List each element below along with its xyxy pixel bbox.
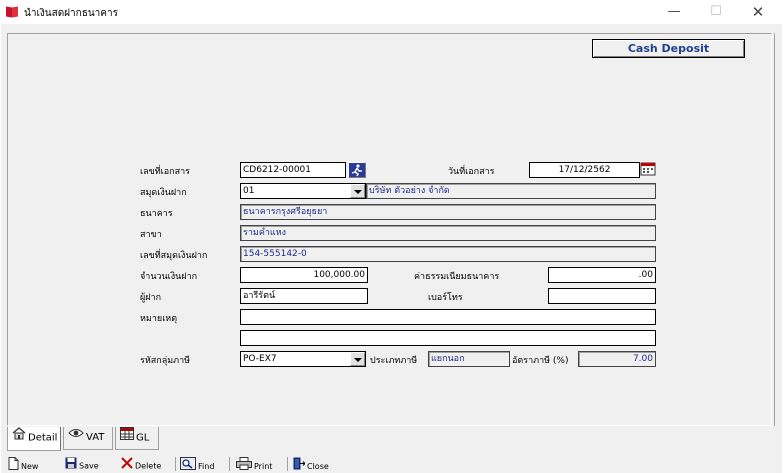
remark-label: หมายเหตุ bbox=[140, 314, 178, 324]
calendar-icon bbox=[640, 162, 656, 176]
bank-label: ธนาคาร bbox=[140, 209, 173, 219]
delete-x-icon bbox=[121, 457, 133, 473]
tax-type-field: แยกนอก bbox=[428, 351, 510, 367]
bank-book-select[interactable]: 01 bbox=[240, 183, 366, 199]
find-label: Find bbox=[198, 462, 215, 471]
cash-deposit-banner: Cash Deposit bbox=[592, 39, 745, 58]
tab-gl[interactable]: GL bbox=[115, 427, 159, 450]
close-window-button[interactable]: ✕ bbox=[740, 0, 776, 24]
remark-line2-field[interactable] bbox=[240, 330, 656, 346]
delete-label: Delete bbox=[135, 461, 162, 471]
new-button[interactable]: New bbox=[8, 457, 38, 473]
depositor-field[interactable]: อารีรัตน์ bbox=[240, 288, 368, 304]
doc-no-label: เลขที่เอกสาร bbox=[140, 167, 190, 177]
save-button[interactable]: Save bbox=[65, 457, 99, 473]
amount-field[interactable]: 100,000.00 bbox=[240, 267, 368, 283]
account-no-label: เลขที่สมุดเงินฝาก bbox=[140, 251, 208, 261]
form-panel: Cash Deposit เลขที่เอกสาร CD6212-00001 ว… bbox=[7, 33, 772, 426]
toolbar-separator bbox=[175, 457, 176, 471]
doc-date-field[interactable]: 17/12/2562 bbox=[529, 162, 640, 178]
save-label: Save bbox=[79, 461, 99, 471]
branch-label: สาขา bbox=[140, 230, 162, 240]
book-app-icon bbox=[6, 6, 18, 18]
delete-button[interactable]: Delete bbox=[121, 457, 161, 473]
close-button[interactable]: Close bbox=[293, 457, 329, 473]
eye-icon bbox=[68, 427, 84, 447]
running-man-icon bbox=[349, 163, 365, 177]
branch-field: รามคำแหง bbox=[240, 225, 656, 241]
running-man-lookup-button[interactable] bbox=[348, 162, 366, 178]
chevron-down-icon[interactable] bbox=[350, 184, 365, 198]
tax-rate-field: 7.00 bbox=[578, 351, 656, 367]
tab-detail-label: Detail bbox=[28, 432, 58, 444]
title-bar: นำเงินสดฝากธนาคาร — ☐ ✕ bbox=[0, 0, 783, 24]
amount-label: จำนวนเงินฝาก bbox=[140, 272, 198, 282]
doc-no-field[interactable]: CD6212-00001 bbox=[240, 162, 346, 178]
printer-icon bbox=[236, 457, 252, 473]
phone-field[interactable] bbox=[548, 288, 656, 304]
new-label: New bbox=[21, 462, 39, 471]
toolbar: New Save Delete Find Print Close bbox=[1, 457, 782, 473]
find-button[interactable]: Find bbox=[180, 457, 214, 473]
bank-fee-label: ค่าธรรมเนียมธนาคาร bbox=[414, 272, 500, 282]
toolbar-separator bbox=[287, 457, 288, 471]
chevron-down-icon[interactable] bbox=[350, 352, 365, 366]
print-label: Print bbox=[254, 462, 273, 471]
house-icon bbox=[12, 427, 26, 448]
tab-vat[interactable]: VAT bbox=[63, 427, 113, 450]
remark-line1-field[interactable] bbox=[240, 309, 656, 325]
print-button[interactable]: Print bbox=[236, 457, 272, 473]
depositor-label: ผู้ฝาก bbox=[140, 293, 162, 303]
minimize-button[interactable]: — bbox=[656, 0, 692, 24]
grid-icon bbox=[120, 427, 134, 448]
maximize-button[interactable]: ☐ bbox=[698, 0, 734, 24]
doc-date-label: วันที่เอกสาร bbox=[448, 167, 495, 177]
close-label: Close bbox=[307, 462, 329, 471]
new-document-icon bbox=[8, 457, 19, 473]
tab-vat-label: VAT bbox=[86, 432, 105, 443]
tax-type-label: ประเภทภาษี bbox=[370, 356, 418, 366]
bank-book-label: สมุดเงินฝาก bbox=[140, 188, 187, 198]
bank-book-name: บริษัท ตัวอย่าง จำกัด bbox=[366, 183, 656, 199]
calendar-button[interactable] bbox=[640, 162, 658, 178]
tab-gl-label: GL bbox=[136, 432, 150, 444]
panel-divider bbox=[774, 33, 775, 426]
bank-fee-field[interactable]: .00 bbox=[548, 267, 656, 283]
tax-group-label: รหัสกลุ่มภาษี bbox=[140, 356, 191, 366]
tax-group-select[interactable]: PO-EX7 bbox=[240, 351, 366, 367]
exit-door-icon bbox=[293, 457, 306, 473]
bank-field: ธนาคารกรุงศรีอยุธยา bbox=[240, 204, 656, 220]
window-title: นำเงินสดฝากธนาคาร bbox=[24, 8, 118, 19]
tax-group-code: PO-EX7 bbox=[243, 354, 277, 364]
phone-label: เบอร์โทร bbox=[428, 293, 463, 303]
client-area: Cash Deposit เลขที่เอกสาร CD6212-00001 ว… bbox=[1, 24, 782, 473]
account-no-field: 154-555142-0 bbox=[240, 246, 656, 262]
toolbar-separator bbox=[229, 457, 230, 471]
tax-rate-label: อัตราภาษี (%) bbox=[512, 356, 569, 366]
tab-detail[interactable]: Detail bbox=[7, 427, 61, 451]
floppy-disk-icon bbox=[65, 457, 77, 473]
bank-book-code: 01 bbox=[243, 186, 255, 196]
find-search-icon bbox=[180, 457, 196, 473]
